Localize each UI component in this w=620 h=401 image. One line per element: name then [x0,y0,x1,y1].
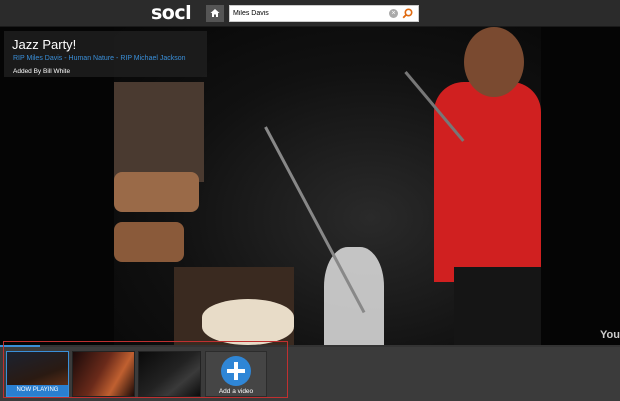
search-box: × [229,5,419,22]
video-tags: RIP Miles Davis - Human Nature - RIP Mic… [13,55,186,62]
tag-link[interactable]: RIP Miles Davis [13,55,62,62]
tag-separator: - [116,55,119,62]
guitarist-head-shape [464,27,524,97]
amp-shape [114,82,204,182]
tag-link[interactable]: RIP Michael Jackson [120,55,185,62]
home-button[interactable] [206,5,224,22]
home-icon [210,9,220,17]
video-info-panel: Jazz Party! RIP Miles Davis - Human Natu… [4,31,207,77]
search-input[interactable] [233,6,383,21]
guitarist-shirt-shape [434,82,541,282]
video-title: Jazz Party! [12,37,77,52]
hands-shape [114,172,199,212]
snare-drum-shape [202,299,294,345]
hands-shape-2 [114,222,184,262]
top-bar: socl × [0,0,620,27]
selection-outline [3,341,288,398]
tag-link[interactable]: Human Nature [69,55,115,62]
clear-search-icon[interactable]: × [389,9,398,18]
tag-separator: - [64,55,67,62]
added-by-label: Added By Bill White [13,68,71,75]
youtube-watermark: You [600,329,620,341]
guitarist-legs-shape [454,267,541,345]
socl-logo[interactable]: socl [151,2,192,24]
search-icon[interactable] [402,8,413,19]
